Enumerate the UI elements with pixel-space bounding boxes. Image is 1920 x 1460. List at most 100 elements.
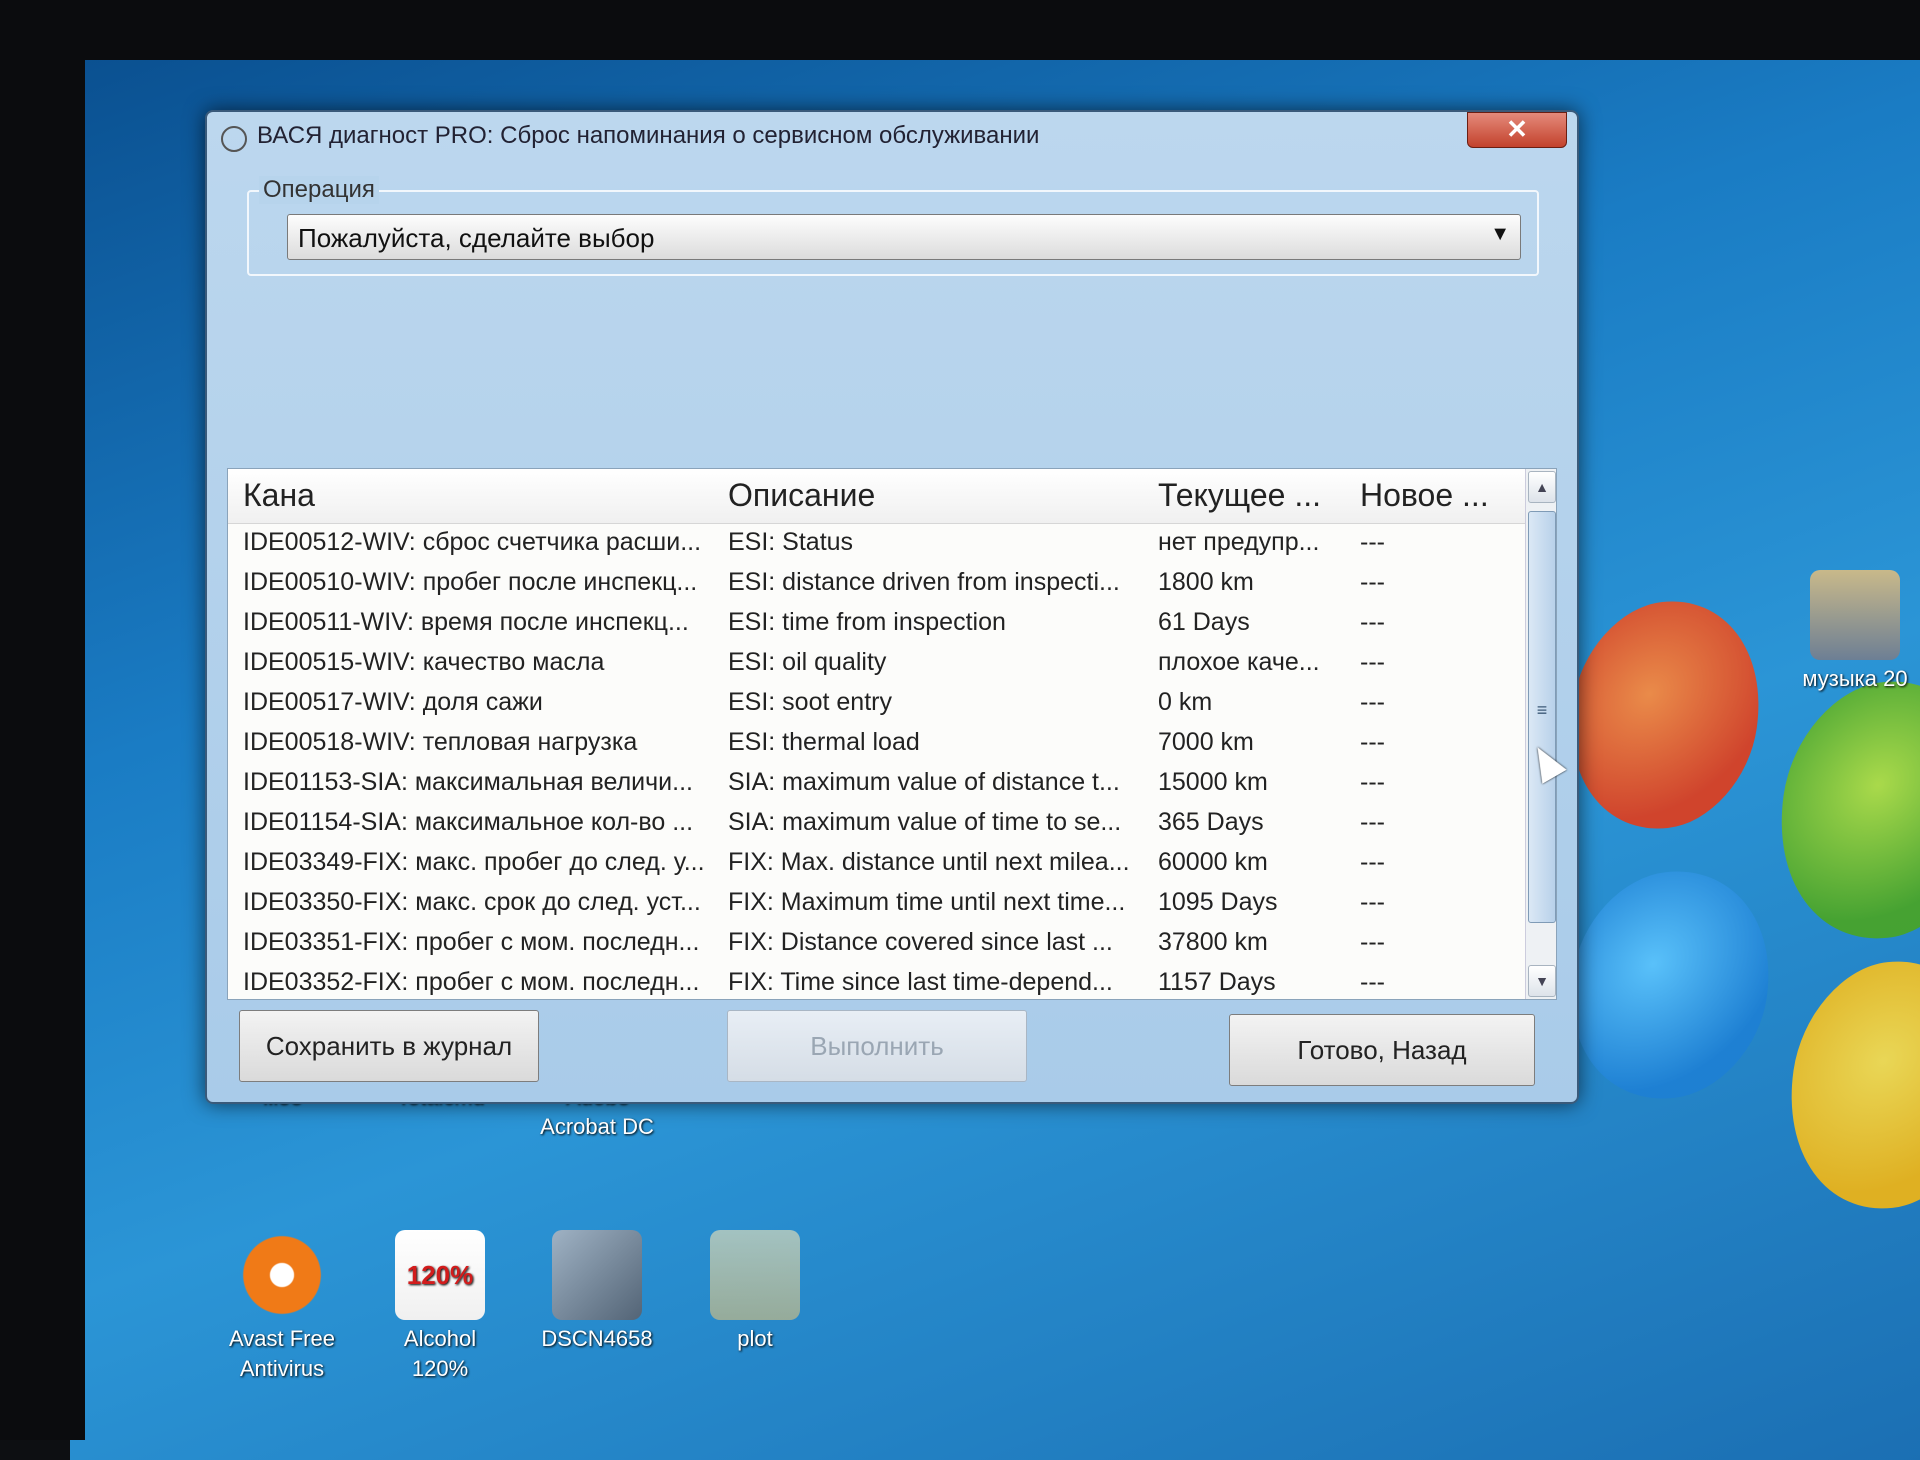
cell-new: --- xyxy=(1360,688,1385,716)
desktop-icon-label: Avast Free Antivirus xyxy=(229,1326,335,1381)
desktop-icon-label: plot xyxy=(737,1326,773,1351)
cell-new: --- xyxy=(1360,608,1385,636)
operation-select[interactable]: Пожалуйста, сделайте выбор ▼ xyxy=(287,214,1521,260)
cell-channel: IDE00511-WIV: время после инспекц... xyxy=(243,608,689,636)
done-back-button[interactable]: Готово, Назад xyxy=(1229,1014,1535,1086)
cell-current: 61 Days xyxy=(1158,608,1250,636)
desktop-icon-avast[interactable]: Avast Free Antivirus xyxy=(217,1230,347,1384)
cell-channel: IDE00510-WIV: пробег после инспекц... xyxy=(243,568,698,596)
table-row[interactable]: IDE01153-SIA: максимальная величи... SIA:… xyxy=(228,763,1526,803)
image-file-icon xyxy=(552,1230,642,1320)
table-row[interactable]: IDE00512-WIV: сброс счетчика расши... ESI… xyxy=(228,523,1526,563)
desktop-icon-music[interactable]: музыка 20 xyxy=(1790,570,1920,694)
cell-description: ESI: Status xyxy=(728,528,854,556)
channels-table[interactable]: Кана Описание Текущее ... Новое ... IDE0… xyxy=(227,468,1557,1000)
cell-new: --- xyxy=(1360,848,1385,876)
table-row[interactable]: IDE03350-FIX: макс. срок до след. уст...… xyxy=(228,883,1526,923)
table-row[interactable]: IDE00515-WIV: качество масла ESI: oil qua… xyxy=(228,643,1526,683)
chevron-down-icon: ▼ xyxy=(1490,223,1510,245)
table-row[interactable]: IDE00510-WIV: пробег после инспекц... ESI… xyxy=(228,563,1526,603)
desktop-icon-dscn4658[interactable]: DSCN4658 xyxy=(532,1230,662,1354)
app-icon xyxy=(221,126,247,152)
monitor-bezel-left xyxy=(0,0,85,1440)
cell-current: нет предупр... xyxy=(1158,528,1320,556)
desktop-icon-plot[interactable]: plot xyxy=(690,1230,820,1354)
cell-description: FIX: Distance covered since last ... xyxy=(728,928,1113,956)
desktop-icon-label: музыка 20 xyxy=(1802,666,1908,691)
cell-description: ESI: soot entry xyxy=(728,688,892,716)
cell-current: 60000 km xyxy=(1158,848,1268,876)
table-row[interactable]: IDE01154-SIA: максимальное кол-во ... SIA… xyxy=(228,803,1526,843)
cell-current: плохое каче... xyxy=(1158,648,1320,676)
grip-icon: ≡ xyxy=(1536,700,1548,720)
scroll-up-icon[interactable]: ▲ xyxy=(1528,471,1556,503)
service-reset-dialog: ВАСЯ диагност PRO: Сброс напоминания о с… xyxy=(205,110,1579,1104)
cell-channel: IDE00512-WIV: сброс счетчика расши... xyxy=(243,528,702,556)
cell-current: 1095 Days xyxy=(1158,888,1278,916)
table-row[interactable]: IDE03352-FIX: пробег с мом. последн... FI… xyxy=(228,963,1526,999)
cell-channel: IDE00518-WIV: тепловая нагрузка xyxy=(243,728,638,756)
window-title: ВАСЯ диагност PRO: Сброс напоминания о с… xyxy=(257,122,1040,149)
cell-new: --- xyxy=(1360,928,1385,956)
scroll-thumb[interactable]: ≡ xyxy=(1528,511,1556,923)
desktop-icon-alcohol[interactable]: 120% Alcohol 120% xyxy=(375,1230,505,1384)
cell-new: --- xyxy=(1360,808,1385,836)
windows-logo-red xyxy=(1553,590,1777,840)
folder-icon xyxy=(710,1230,800,1320)
column-header-description[interactable]: Описание xyxy=(728,477,1148,514)
cell-new: --- xyxy=(1360,648,1385,676)
cell-new: --- xyxy=(1360,768,1385,796)
cell-description: FIX: Time since last time-depend... xyxy=(728,968,1113,996)
table-row[interactable]: IDE00511-WIV: время после инспекц... ESI:… xyxy=(228,603,1526,643)
cell-channel: IDE01153-SIA: максимальная величи... xyxy=(243,768,693,796)
cell-channel: IDE03352-FIX: пробег с мом. последн... xyxy=(243,968,700,996)
title-bar[interactable]: ВАСЯ диагност PRO: Сброс напоминания о с… xyxy=(207,112,1577,162)
cell-new: --- xyxy=(1360,968,1385,996)
avast-icon xyxy=(237,1230,327,1320)
column-header-new[interactable]: Новое ... xyxy=(1360,477,1520,514)
table-row[interactable]: IDE03351-FIX: пробег с мом. последн... FI… xyxy=(228,923,1526,963)
vertical-scrollbar[interactable]: ▲ ≡ ▼ xyxy=(1525,469,1556,999)
close-button[interactable]: ✕ xyxy=(1467,112,1567,148)
cell-current: 0 km xyxy=(1158,688,1213,716)
cell-new: --- xyxy=(1360,528,1385,556)
table-body: IDE00512-WIV: сброс счетчика расши... ESI… xyxy=(228,523,1526,999)
cell-description: ESI: oil quality xyxy=(728,648,887,676)
cell-current: 7000 km xyxy=(1158,728,1254,756)
windows-logo-yellow xyxy=(1772,949,1920,1221)
windows-logo-blue xyxy=(1553,859,1787,1111)
desktop-icon-label: Alcohol 120% xyxy=(403,1326,477,1381)
operation-legend: Операция xyxy=(259,176,379,204)
cell-current: 37800 km xyxy=(1158,928,1268,956)
cell-channel: IDE03351-FIX: пробег с мом. последн... xyxy=(243,928,700,956)
cell-description: FIX: Maximum time until next time... xyxy=(728,888,1126,916)
cell-new: --- xyxy=(1360,568,1385,596)
execute-button[interactable]: Выполнить xyxy=(727,1010,1027,1082)
cell-description: ESI: distance driven from inspecti... xyxy=(728,568,1120,596)
table-row[interactable]: IDE03349-FIX: макс. пробег до след. у...… xyxy=(228,843,1526,883)
cell-channel: IDE01154-SIA: максимальное кол-во ... xyxy=(243,808,694,836)
table-row[interactable]: IDE00517-WIV: доля сажи ESI: soot entry 0 … xyxy=(228,683,1526,723)
save-to-log-button[interactable]: Сохранить в журнал xyxy=(239,1010,539,1082)
cell-channel: IDE00517-WIV: доля сажи xyxy=(243,688,543,716)
operation-select-value: Пожалуйста, сделайте выбор xyxy=(298,223,655,253)
table-row[interactable]: IDE00518-WIV: тепловая нагрузка ESI: ther… xyxy=(228,723,1526,763)
alcohol-badge: 120% xyxy=(406,1260,474,1290)
column-header-channel[interactable]: Кана xyxy=(243,477,723,514)
cell-description: FIX: Max. distance until next milea... xyxy=(728,848,1130,876)
cell-new: --- xyxy=(1360,728,1385,756)
column-header-current[interactable]: Текущее ... xyxy=(1158,477,1348,514)
cell-current: 365 Days xyxy=(1158,808,1264,836)
monitor-bezel-top xyxy=(0,0,1920,60)
cell-new: --- xyxy=(1360,888,1385,916)
cell-channel: IDE03349-FIX: макс. пробег до след. у... xyxy=(243,848,705,876)
scroll-down-icon[interactable]: ▼ xyxy=(1528,965,1556,997)
desktop-icon-label: DSCN4658 xyxy=(541,1326,653,1351)
table-header: Кана Описание Текущее ... Новое ... xyxy=(228,469,1526,524)
cell-description: SIA: maximum value of distance t... xyxy=(728,768,1120,796)
cell-current: 1157 Days xyxy=(1158,968,1276,996)
alcohol-icon: 120% xyxy=(395,1230,485,1320)
windows-logo-green xyxy=(1761,668,1920,952)
cell-channel: IDE03350-FIX: макс. срок до след. уст... xyxy=(243,888,701,916)
cell-description: ESI: thermal load xyxy=(728,728,920,756)
